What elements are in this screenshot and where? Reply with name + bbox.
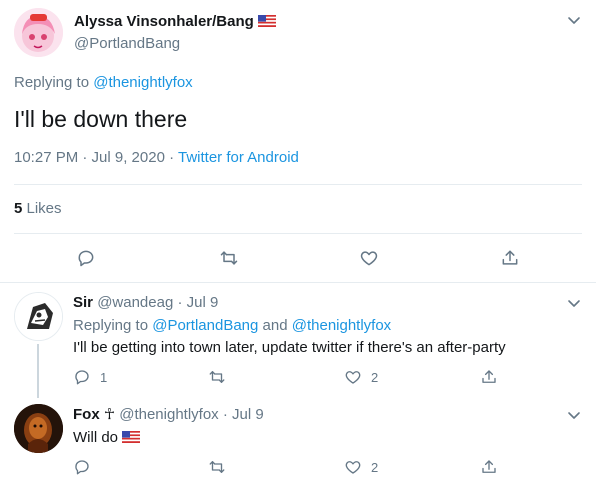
chevron-down-icon[interactable] xyxy=(566,407,582,423)
tweet-timestamp[interactable]: 10:27 PM · Jul 9, 2020 · xyxy=(14,149,178,166)
like-icon[interactable] xyxy=(344,368,362,386)
reply-text: Will do xyxy=(73,429,119,446)
divider xyxy=(14,184,582,185)
author-avatar[interactable] xyxy=(14,8,63,57)
share-icon[interactable] xyxy=(480,458,498,476)
reply-icon[interactable] xyxy=(73,458,91,476)
reply-header: Sir @wandeag · Jul 9 xyxy=(73,293,218,313)
reply-text: I'll be getting into town later, update … xyxy=(73,339,506,356)
replying-to-link[interactable]: @thenightlyfox xyxy=(93,74,192,91)
reply-author-name[interactable]: Sir xyxy=(73,294,93,311)
like-icon[interactable] xyxy=(344,458,362,476)
replying-prefix: Replying to xyxy=(73,317,153,334)
thread-line xyxy=(37,344,39,398)
likes-label: Likes xyxy=(22,200,62,217)
tweet-text: I'll be down there xyxy=(14,106,188,132)
reply-icon[interactable] xyxy=(73,368,91,386)
like-count: 2 xyxy=(371,370,379,385)
replying-to-line: Replying to @thenightlyfox xyxy=(14,73,193,93)
author-handle[interactable]: @PortlandBang xyxy=(74,34,180,54)
likes-stat[interactable]: 5 Likes xyxy=(14,199,62,219)
author-name-row[interactable]: Alyssa Vinsonhaler/Bang xyxy=(74,12,276,32)
reply-avatar[interactable] xyxy=(14,292,63,341)
reply-author-handle[interactable]: @wandeag xyxy=(97,294,173,311)
tweet-meta: 10:27 PM · Jul 9, 2020 · Twitter for And… xyxy=(14,148,299,168)
replying-prefix: Replying to xyxy=(14,74,94,91)
reply-author-handle[interactable]: @thenightlyfox xyxy=(119,406,218,423)
replying-and: and xyxy=(258,317,292,334)
like-icon[interactable] xyxy=(359,248,379,268)
divider xyxy=(0,282,596,283)
reply-count: 1 xyxy=(100,370,108,385)
anime-avatar-image xyxy=(14,8,63,57)
us-flag-icon xyxy=(122,431,141,443)
like-count: 2 xyxy=(371,460,379,475)
reply-date[interactable]: · Jul 9 xyxy=(173,294,218,311)
retweet-icon[interactable] xyxy=(208,458,226,476)
fox-avatar-image xyxy=(14,404,63,453)
reply-author-name[interactable]: Fox xyxy=(73,406,100,423)
reply-icon[interactable] xyxy=(76,248,96,268)
chevron-down-icon[interactable] xyxy=(566,12,582,28)
replying-to-link[interactable]: @thenightlyfox xyxy=(292,317,391,334)
retweet-icon[interactable] xyxy=(208,368,226,386)
reply-header: Fox ☥ @thenightlyfox · Jul 9 xyxy=(73,405,264,425)
author-name[interactable]: Alyssa Vinsonhaler/Bang xyxy=(74,13,254,30)
reply-date[interactable]: · Jul 9 xyxy=(219,406,264,423)
tweet-source-link[interactable]: Twitter for Android xyxy=(178,149,299,166)
retweet-icon[interactable] xyxy=(219,248,239,268)
divider xyxy=(14,233,582,234)
reply-replying-to: Replying to @PortlandBang and @thenightl… xyxy=(73,316,391,336)
chevron-down-icon[interactable] xyxy=(566,295,582,311)
reply-text-row: Will do xyxy=(73,428,141,448)
reply-avatar[interactable] xyxy=(14,404,63,453)
share-icon[interactable] xyxy=(480,368,498,386)
replying-to-link[interactable]: @PortlandBang xyxy=(152,317,258,334)
sketch-avatar-image xyxy=(15,293,62,340)
ankh-icon: ☥ xyxy=(103,406,116,423)
share-icon[interactable] xyxy=(500,248,520,268)
us-flag-icon xyxy=(257,15,276,27)
